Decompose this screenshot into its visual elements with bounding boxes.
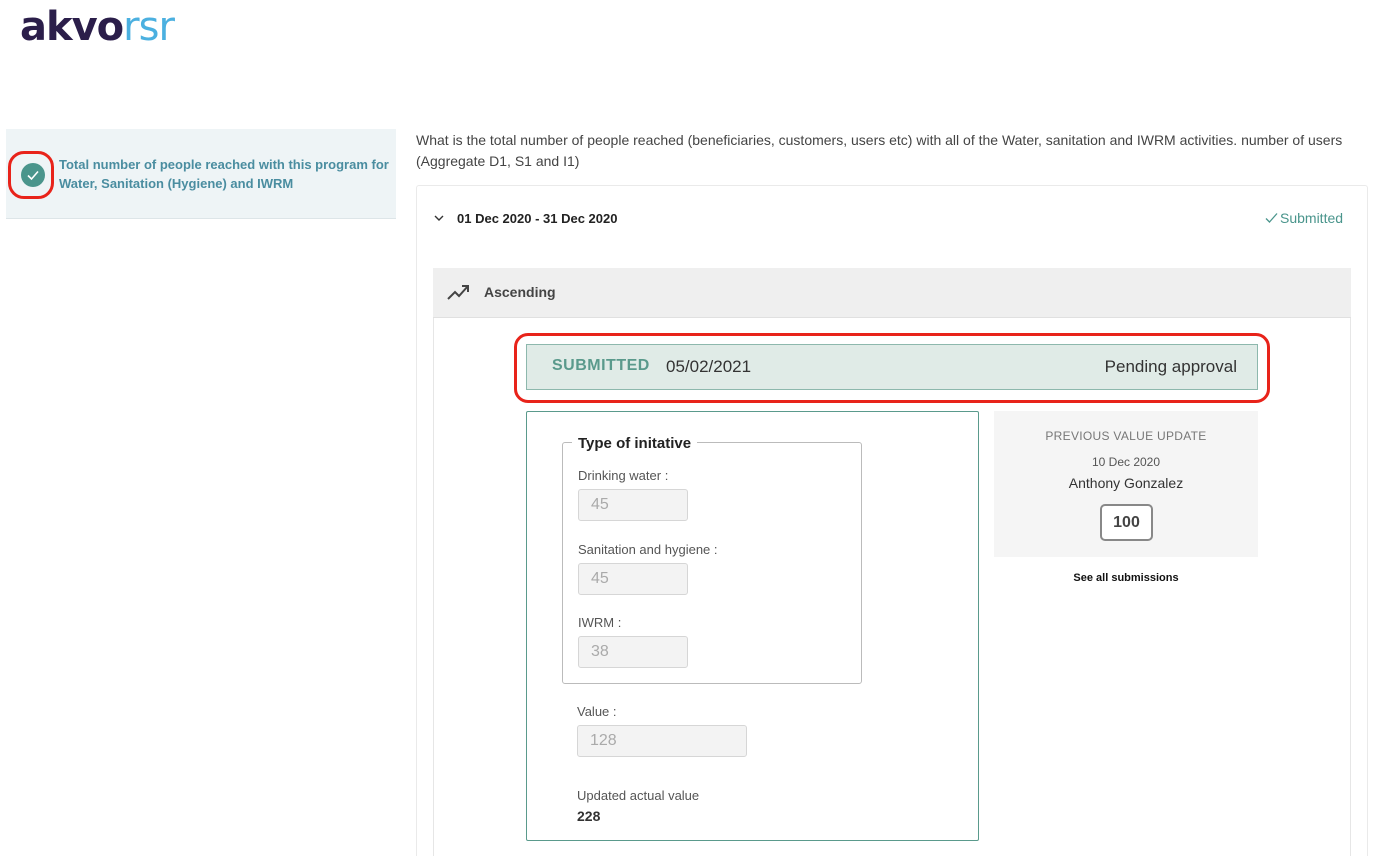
field-label-value: Value : (577, 704, 617, 719)
sidebar-item-label[interactable]: Total number of people reached with this… (59, 155, 389, 193)
field-label-iwrm: IWRM : (578, 615, 622, 630)
disaggregation-title: Type of initative (572, 435, 698, 452)
previous-update-title: PREVIOUS VALUE UPDATE (1045, 429, 1207, 443)
field-label-sanitation: Sanitation and hygiene : (578, 542, 718, 557)
previous-update-user: Anthony Gonzalez (1068, 475, 1184, 491)
field-label-drinking-water: Drinking water : (578, 468, 669, 483)
period-status: Submitted (1265, 210, 1343, 226)
annotation-highlight-circle (8, 151, 54, 199)
indicator-description: What is the total number of people reach… (416, 132, 1343, 169)
akvo-rsr-logo[interactable]: akvorsr (20, 4, 175, 50)
period-status-label: Submitted (1280, 210, 1344, 226)
period-range[interactable]: 01 Dec 2020 - 31 Dec 2020 (457, 211, 617, 226)
see-all-submissions-link[interactable]: See all submissions (994, 572, 1258, 584)
updated-actual-label: Updated actual value (577, 788, 700, 803)
sanitation-input[interactable]: 45 (578, 563, 688, 595)
check-icon (1265, 213, 1278, 223)
previous-update-value: 100 (1100, 504, 1153, 541)
trending-up-icon (447, 285, 469, 300)
iwrm-input[interactable]: 38 (578, 636, 688, 668)
value-input[interactable]: 128 (577, 725, 747, 757)
chevron-down-icon[interactable] (433, 212, 445, 224)
drinking-water-input[interactable]: 45 (578, 489, 688, 521)
updated-actual-value: 228 (577, 808, 601, 824)
measure-label: Ascending (484, 284, 556, 300)
previous-update-date: 10 Dec 2020 (1091, 455, 1161, 469)
logo-part-akvo: akvo (20, 4, 124, 50)
annotation-highlight-rect (514, 333, 1270, 403)
measure-header (433, 268, 1351, 318)
logo-part-rsr: rsr (123, 4, 175, 50)
